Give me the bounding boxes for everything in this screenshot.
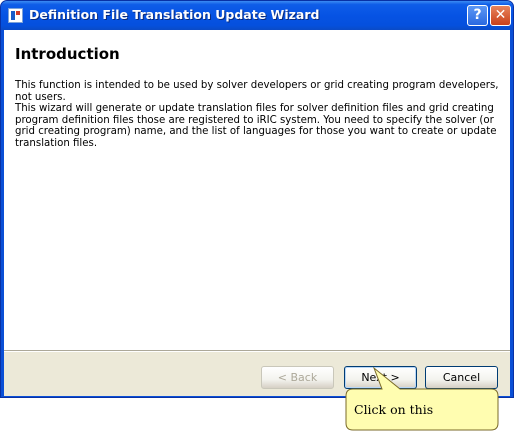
app-icon[interactable] <box>8 8 23 23</box>
title-bar[interactable]: Definition File Translation Update Wizar… <box>1 1 513 30</box>
callout-text: Click on this <box>354 402 434 417</box>
dialog-client: Introduction This function is intended t… <box>4 30 510 396</box>
window-title: Definition File Translation Update Wizar… <box>29 7 320 22</box>
cancel-button[interactable]: Cancel <box>425 366 498 389</box>
description-paragraph-1: This function is intended to be used by … <box>15 80 499 103</box>
wizard-page: Introduction This function is intended t… <box>4 30 510 350</box>
help-icon[interactable]: ? <box>467 5 488 26</box>
page-description: This function is intended to be used by … <box>15 80 503 149</box>
separator-highlight <box>4 351 510 352</box>
description-paragraph-2: This wizard will generate or update tran… <box>15 103 497 149</box>
next-button[interactable]: Next > <box>344 366 417 389</box>
page-title: Introduction <box>15 45 120 63</box>
wizard-window: Definition File Translation Update Wizar… <box>0 0 514 398</box>
close-icon[interactable]: ✕ <box>490 5 511 26</box>
back-button[interactable]: < Back <box>261 366 334 389</box>
